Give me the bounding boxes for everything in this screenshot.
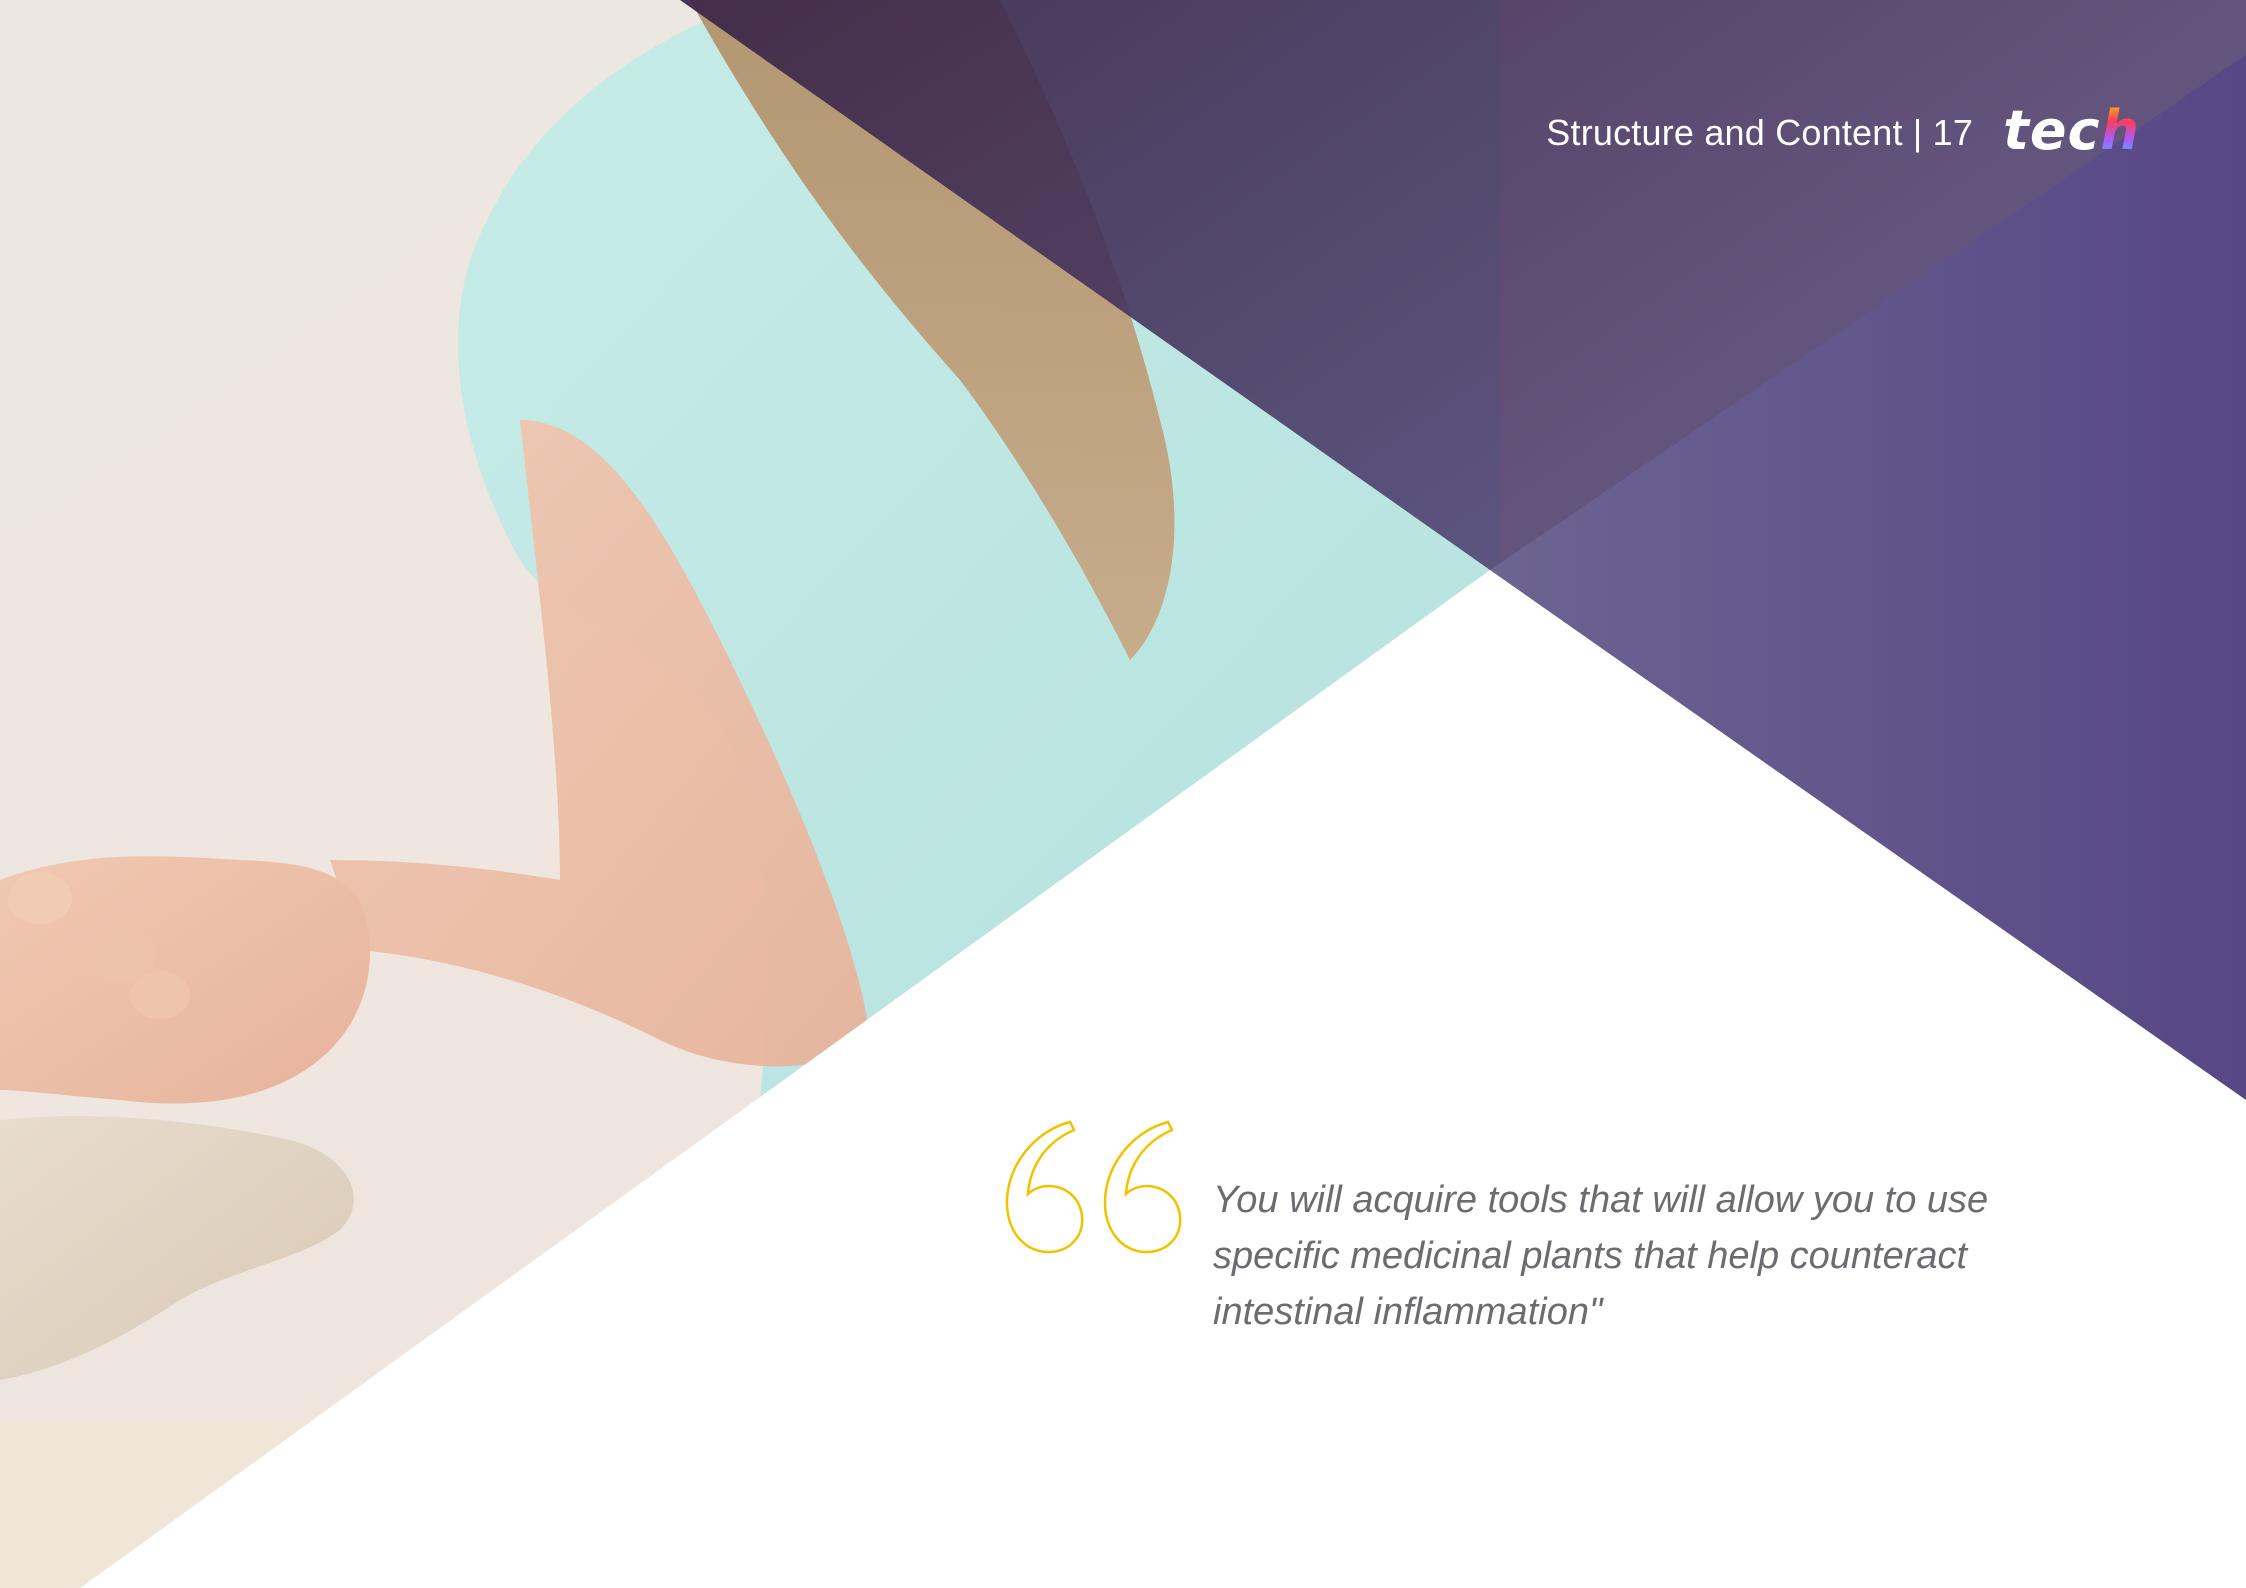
page-header: Structure and Content | 17 tech: [1546, 104, 2140, 162]
open-quote-icon: [1005, 1120, 1182, 1254]
logo-text: tec: [2003, 99, 2101, 162]
tech-logo: tech: [2003, 104, 2140, 162]
hero-photo-composite: [0, 0, 2246, 1588]
quote-text: You will acquire tools that will allow y…: [1213, 1179, 1989, 1333]
brochure-page: Structure and Content | 17 tech You will…: [0, 0, 2246, 1588]
logo-accent: h: [2100, 99, 2140, 162]
section-title: Structure and Content | 17: [1546, 112, 1974, 153]
